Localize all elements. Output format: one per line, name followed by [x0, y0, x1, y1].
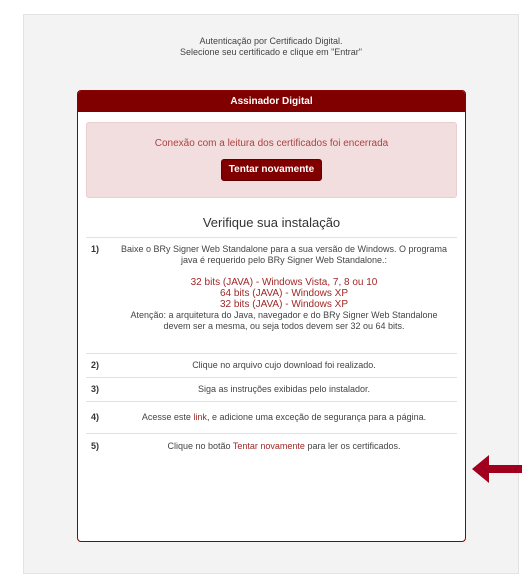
step-text: Clique no botão Tentar novamente para le…: [117, 441, 457, 452]
intro-line-2: Selecione seu certificado e clique em "E…: [180, 47, 362, 57]
step-text: Acesse este link, e adicione uma exceção…: [117, 412, 457, 423]
step-body: Baixe o BRy Signer Web Standalone para a…: [117, 244, 457, 353]
arrow-left-icon: [472, 455, 522, 483]
step-text: Clique no arquivo cujo download foi real…: [192, 360, 376, 370]
step-text: Baixe o BRy Signer Web Standalone para a…: [120, 244, 447, 265]
intro-text: Autenticação por Certificado Digital. Se…: [23, 36, 519, 58]
step-number: 1): [91, 244, 100, 254]
download-link-64-xp[interactable]: 64 bits (JAVA) - Windows XP: [117, 288, 451, 299]
step-number: 5): [91, 440, 100, 451]
step-text-before: Clique no botão: [167, 440, 233, 451]
step-item-5: 5) Clique no botão Tentar novamente para…: [86, 434, 457, 458]
step-item-4: 4) Acesse este link, e adicione uma exce…: [86, 402, 457, 434]
error-alert: Conexão com a leitura dos certificados f…: [86, 122, 457, 198]
card-title: Assinador Digital: [78, 91, 465, 112]
step-item-2: 2) Clique no arquivo cujo download foi r…: [86, 354, 457, 378]
security-exception-link[interactable]: link: [193, 412, 207, 422]
signer-card: Assinador Digital Conexão com a leitura …: [77, 90, 466, 542]
alert-message: Conexão com a leitura dos certificados f…: [154, 138, 389, 149]
download-links: 32 bits (JAVA) - Windows Vista, 7, 8 ou …: [117, 277, 451, 310]
retry-button[interactable]: Tentar novamente: [220, 159, 323, 181]
step-text-after: para ler os certificados.: [304, 440, 401, 451]
install-steps: 1) Baixe o BRy Signer Web Standalone par…: [86, 237, 457, 458]
intro-line-1: Autenticação por Certificado Digital.: [199, 36, 343, 46]
step-number: 2): [91, 360, 100, 370]
verify-heading: Verifique sua instalação: [202, 215, 341, 230]
step-item-3: 3) Siga as instruções exibidas pelo inst…: [86, 378, 457, 402]
step-text-before: Acesse este: [141, 412, 194, 422]
download-link-32-xp[interactable]: 32 bits (JAVA) - Windows XP: [117, 299, 451, 310]
step-note: Atenção: a arquitetura do Java, navegado…: [130, 310, 438, 331]
step-text: Siga as instruções exibidas pelo instala…: [197, 384, 371, 394]
step-number: 4): [91, 412, 100, 422]
step-text-after: , e adicione uma exceção de segurança pa…: [206, 412, 427, 422]
step-item-1: 1) Baixe o BRy Signer Web Standalone par…: [86, 238, 457, 354]
download-link-32-vista[interactable]: 32 bits (JAVA) - Windows Vista, 7, 8 ou …: [117, 277, 451, 288]
step-number: 3): [91, 384, 100, 394]
retry-link[interactable]: Tentar novamente: [233, 441, 305, 451]
